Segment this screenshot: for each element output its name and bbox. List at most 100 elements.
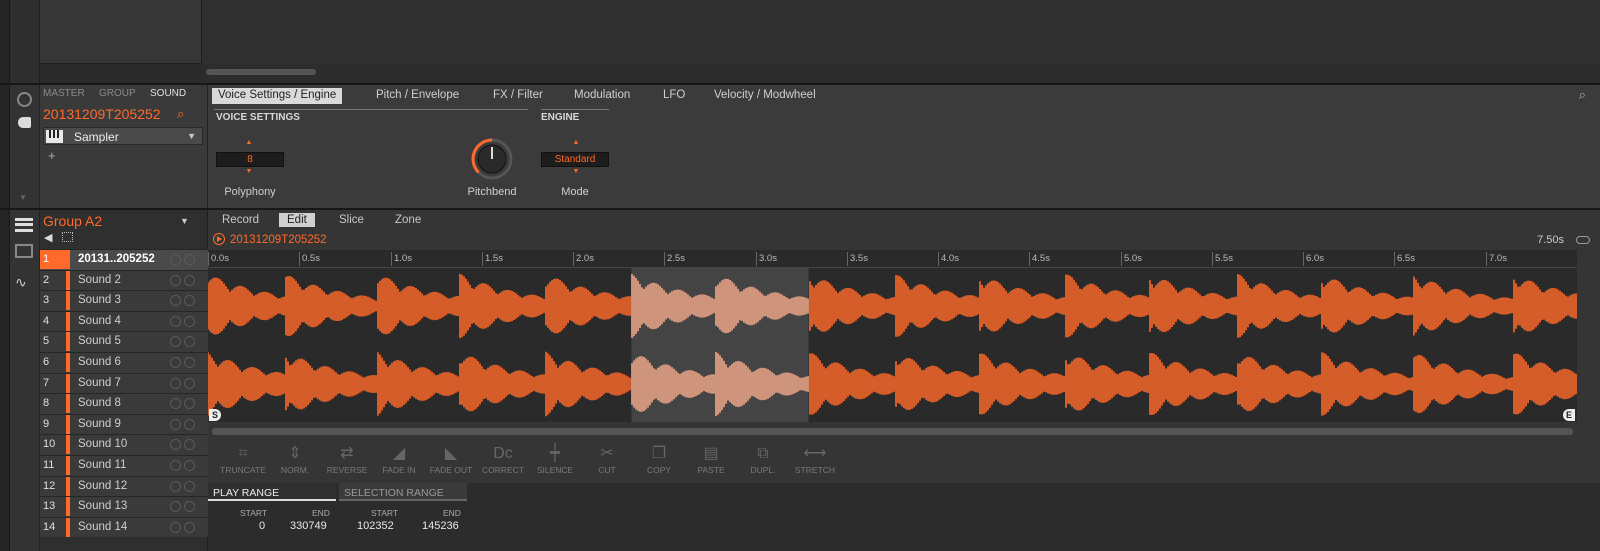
play-end-value[interactable]: 330749 bbox=[290, 520, 327, 532]
plugin-slot[interactable]: Sampler ▼ bbox=[43, 127, 203, 145]
mute-button-icon[interactable] bbox=[170, 274, 181, 286]
play-icon[interactable] bbox=[213, 233, 225, 245]
search-icon[interactable]: ⌕ bbox=[1579, 87, 1586, 103]
start-marker[interactable]: S bbox=[209, 409, 221, 421]
grid-view-icon[interactable] bbox=[15, 244, 33, 258]
mute-button-icon[interactable] bbox=[170, 315, 181, 327]
tab-voice-settings[interactable]: Voice Settings / Engine bbox=[212, 88, 343, 104]
tab-modulation[interactable]: Modulation bbox=[568, 88, 636, 104]
mute-button-icon[interactable] bbox=[170, 336, 181, 348]
arranger-scrollbar[interactable] bbox=[202, 64, 1600, 84]
power-button-icon[interactable] bbox=[184, 336, 195, 348]
power-button-icon[interactable] bbox=[184, 315, 195, 327]
polyphony-value[interactable]: 8 bbox=[216, 152, 284, 167]
channel-icon[interactable] bbox=[17, 92, 32, 107]
cut-button[interactable]: ✂ CUT bbox=[581, 443, 633, 483]
chevron-down-icon[interactable]: ▼ bbox=[187, 131, 196, 141]
chevron-down-icon[interactable]: ▼ bbox=[180, 216, 189, 226]
polyphony-down-icon[interactable]: ▼ bbox=[238, 168, 260, 175]
play-start-value[interactable]: 0 bbox=[259, 520, 265, 532]
power-button-icon[interactable] bbox=[184, 295, 195, 307]
selection-start-value[interactable]: 102352 bbox=[357, 520, 394, 532]
copy-button[interactable]: ❐ COPY bbox=[633, 443, 685, 483]
speaker-icon[interactable]: ◀ bbox=[44, 231, 52, 244]
sound-slot[interactable]: 10 Sound 10 bbox=[40, 434, 208, 455]
sound-slot[interactable]: 7 Sound 7 bbox=[40, 372, 208, 394]
add-plugin-icon[interactable]: + bbox=[48, 148, 56, 163]
norm-button[interactable]: ⇕ NORM. bbox=[269, 443, 321, 483]
sound-slot[interactable]: 4 Sound 4 bbox=[40, 310, 208, 332]
polyphony-up-icon[interactable]: ▲ bbox=[238, 139, 260, 146]
sound-slot[interactable]: 14 Sound 14 bbox=[40, 516, 208, 538]
power-button-icon[interactable] bbox=[184, 521, 195, 533]
truncate-button[interactable]: ⌗ TRUNCATE bbox=[217, 443, 269, 483]
tab-fx-filter[interactable]: FX / Filter bbox=[487, 88, 549, 104]
selection-range-title[interactable]: SELECTION RANGE bbox=[339, 483, 467, 501]
power-button-icon[interactable] bbox=[184, 480, 195, 492]
dupl-button[interactable]: ⧉ DUPL. bbox=[737, 443, 789, 483]
mute-button-icon[interactable] bbox=[170, 377, 181, 389]
group-name[interactable]: Group A2 bbox=[43, 213, 102, 229]
mute-button-icon[interactable] bbox=[170, 521, 181, 533]
sound-name[interactable]: 20131209T205252 bbox=[43, 106, 161, 122]
link-icon[interactable] bbox=[1576, 236, 1590, 244]
tab-zone[interactable]: Zone bbox=[387, 213, 429, 227]
mute-button-icon[interactable] bbox=[170, 357, 181, 368]
power-button-icon[interactable] bbox=[184, 274, 195, 286]
sound-slot[interactable]: 8 Sound 8 bbox=[40, 393, 208, 414]
tab-sound[interactable]: SOUND bbox=[150, 88, 186, 99]
tab-group[interactable]: GROUP bbox=[99, 88, 136, 99]
sound-slot[interactable]: 1 20131..205252 bbox=[40, 249, 208, 270]
power-button-icon[interactable] bbox=[184, 398, 195, 410]
fade-in-button[interactable]: ◢ FADE IN bbox=[373, 443, 425, 483]
tab-edit[interactable]: Edit bbox=[279, 213, 315, 227]
power-button-icon[interactable] bbox=[184, 357, 195, 368]
mute-button-icon[interactable] bbox=[170, 501, 181, 513]
sound-slot[interactable]: 9 Sound 9 bbox=[40, 413, 208, 435]
mode-down-icon[interactable]: ▼ bbox=[565, 168, 587, 175]
tab-lfo[interactable]: LFO bbox=[657, 88, 691, 104]
sound-slot[interactable]: 13 Sound 13 bbox=[40, 496, 208, 517]
plugin-icon[interactable] bbox=[18, 117, 31, 128]
paste-button[interactable]: ▤ PASTE bbox=[685, 443, 737, 483]
pitchbend-knob[interactable] bbox=[470, 137, 514, 181]
power-button-icon[interactable] bbox=[184, 254, 195, 265]
reverse-button[interactable]: ⇄ REVERSE bbox=[321, 443, 373, 483]
silence-button[interactable]: ┿ SILENCE bbox=[529, 443, 581, 483]
arranger-scroll-thumb[interactable] bbox=[206, 69, 316, 75]
sound-slot[interactable]: 12 Sound 12 bbox=[40, 475, 208, 497]
pattern-grid-icon[interactable] bbox=[62, 232, 73, 242]
sound-slot[interactable]: 3 Sound 3 bbox=[40, 290, 208, 311]
sound-slot[interactable]: 2 Sound 2 bbox=[40, 269, 208, 291]
tab-record[interactable]: Record bbox=[214, 213, 267, 227]
mute-button-icon[interactable] bbox=[170, 439, 181, 451]
mode-value[interactable]: Standard bbox=[541, 152, 609, 167]
sampler-waveform-icon[interactable]: ∿ bbox=[15, 274, 27, 291]
fade-out-button[interactable]: ◣ FADE OUT bbox=[425, 443, 477, 483]
mute-button-icon[interactable] bbox=[170, 460, 181, 471]
power-button-icon[interactable] bbox=[184, 377, 195, 389]
sound-slot[interactable]: 6 Sound 6 bbox=[40, 352, 208, 373]
waveform-scrollbar[interactable] bbox=[212, 428, 1573, 435]
stretch-button[interactable]: ⟷ STRETCH bbox=[789, 443, 841, 483]
end-marker[interactable]: E bbox=[1563, 409, 1575, 421]
tab-slice[interactable]: Slice bbox=[331, 213, 372, 227]
mute-button-icon[interactable] bbox=[170, 480, 181, 492]
sound-slot[interactable]: 11 Sound 11 bbox=[40, 455, 208, 476]
sound-search-icon[interactable]: ⌕ bbox=[177, 106, 184, 122]
mode-up-icon[interactable]: ▲ bbox=[565, 139, 587, 146]
tab-master[interactable]: MASTER bbox=[43, 88, 85, 99]
selection-end-value[interactable]: 145236 bbox=[422, 520, 459, 532]
power-button-icon[interactable] bbox=[184, 439, 195, 451]
mute-button-icon[interactable] bbox=[170, 418, 181, 430]
tab-pitch-envelope[interactable]: Pitch / Envelope bbox=[370, 88, 465, 104]
mute-button-icon[interactable] bbox=[170, 295, 181, 307]
time-ruler[interactable]: 0.0s 0.5s 1.0s 1.5s 2.0s 2.5s 3.0s 3.5s 4.0s 4.5s… bbox=[208, 250, 1577, 268]
power-button-icon[interactable] bbox=[184, 418, 195, 430]
play-range-title[interactable]: PLAY RANGE bbox=[208, 483, 336, 501]
tab-velocity-modwheel[interactable]: Velocity / Modwheel bbox=[708, 88, 822, 104]
correct-button[interactable]: Dc CORRECT bbox=[477, 443, 529, 483]
waveform-display[interactable]: S E bbox=[208, 268, 1577, 422]
list-view-icon[interactable] bbox=[15, 218, 33, 232]
mute-button-icon[interactable] bbox=[170, 398, 181, 410]
